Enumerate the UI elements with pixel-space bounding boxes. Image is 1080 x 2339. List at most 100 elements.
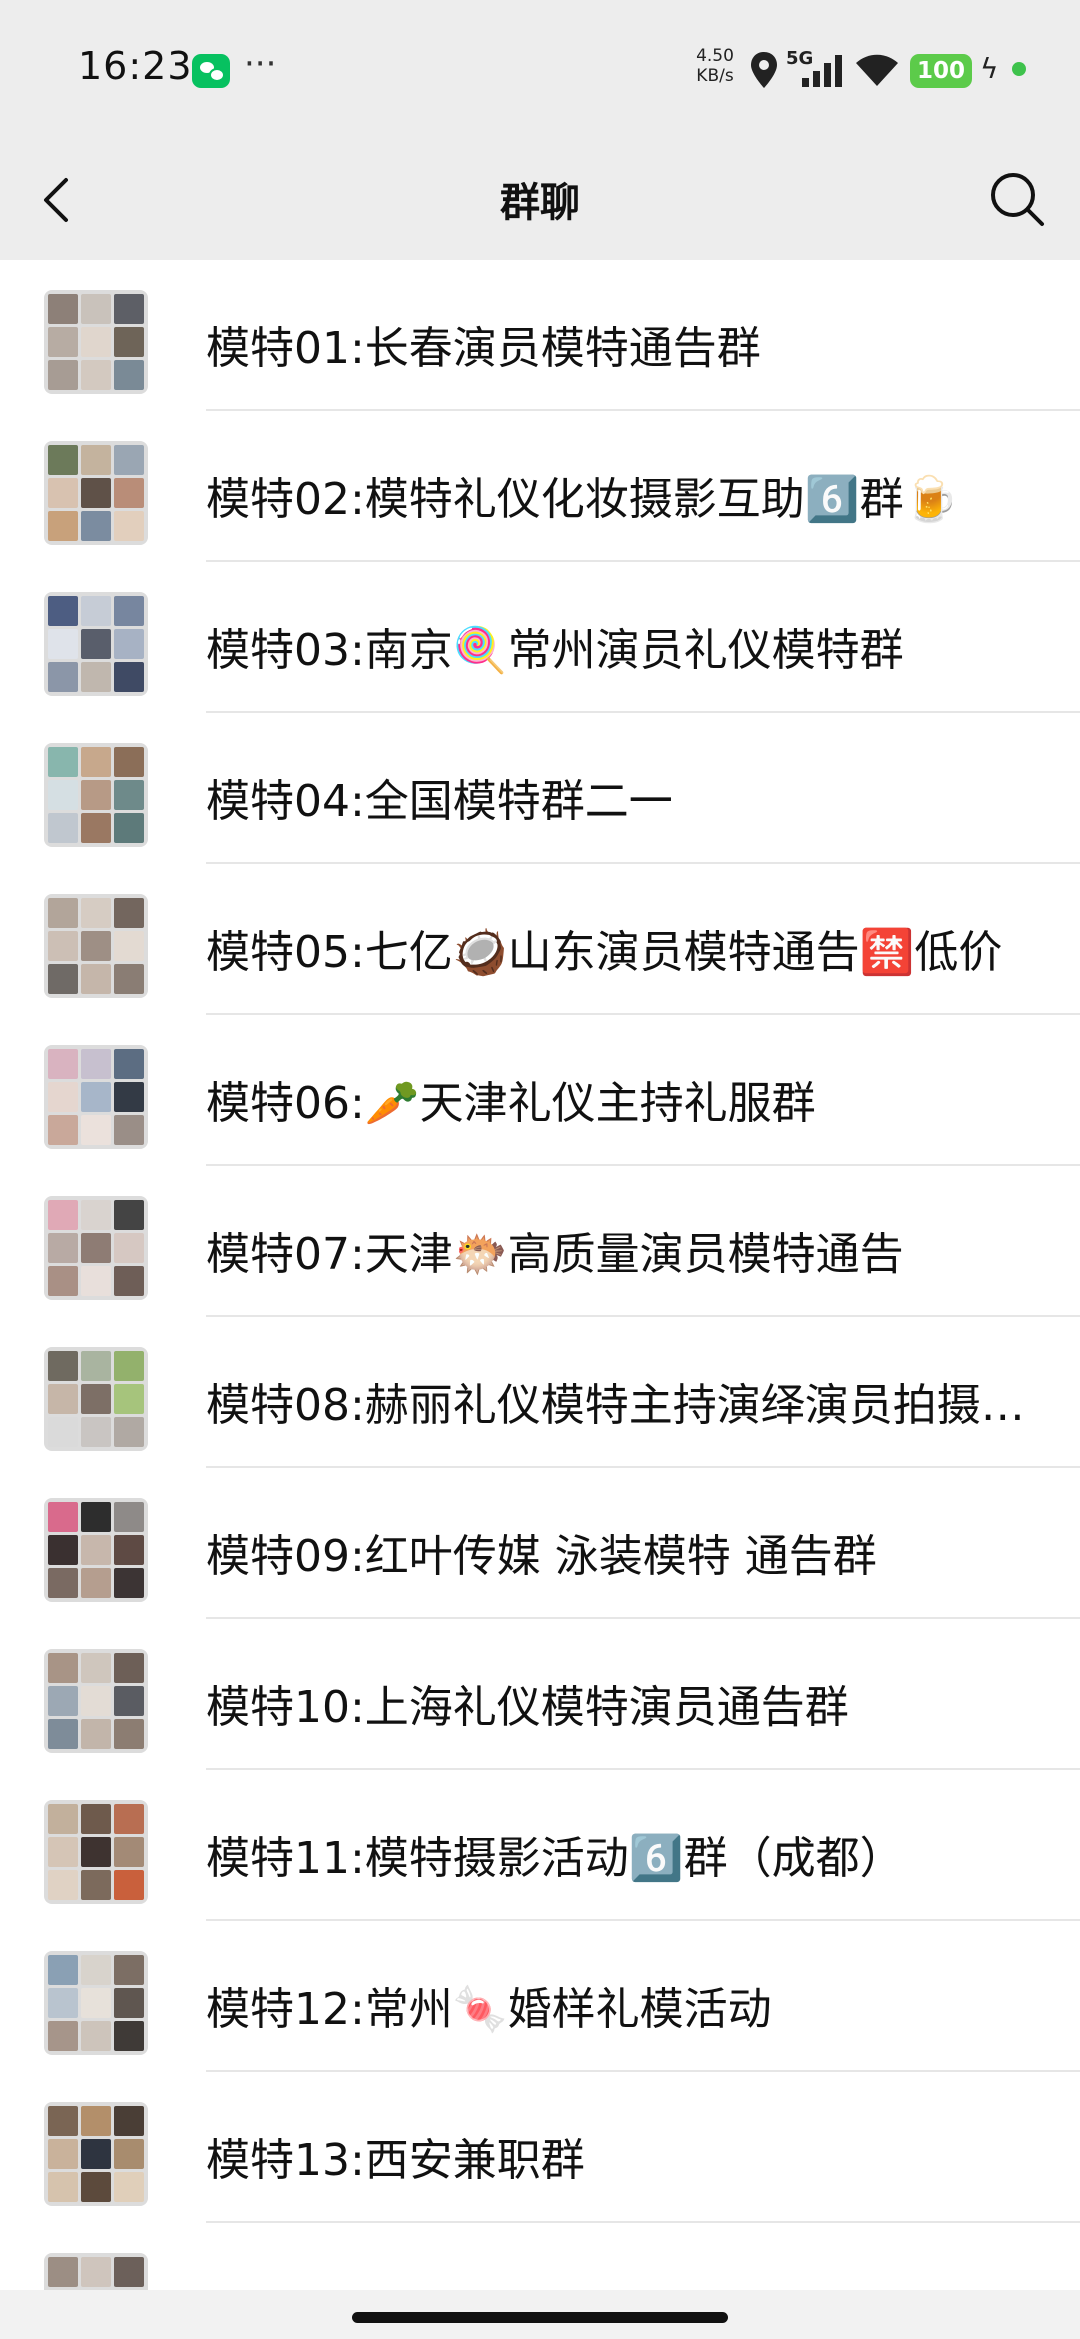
group-avatar xyxy=(44,1498,148,1602)
avatar-tile xyxy=(48,2106,78,2136)
avatar-tile xyxy=(114,511,144,541)
avatar-tile xyxy=(48,2257,78,2287)
group-row[interactable] xyxy=(0,2223,1080,2290)
avatar-tile xyxy=(81,596,111,626)
group-avatar xyxy=(44,2102,148,2206)
group-name: 模特12:常州🍬婚样礼模活动 xyxy=(206,1984,772,2035)
search-icon[interactable] xyxy=(984,166,1050,232)
avatar-tile xyxy=(48,1417,78,1447)
avatar-tile xyxy=(81,1653,111,1683)
home-indicator[interactable] xyxy=(352,2312,728,2323)
avatar-tile xyxy=(114,478,144,508)
avatar-tile xyxy=(114,813,144,843)
avatar-tile xyxy=(114,1719,144,1749)
avatar-tile xyxy=(114,2106,144,2136)
avatar-tile xyxy=(81,964,111,994)
avatar-tile xyxy=(114,2257,144,2287)
avatar-tile xyxy=(48,813,78,843)
group-row[interactable]: 模特11:模特摄影活动6️⃣群（成都） xyxy=(0,1770,1080,1921)
avatar-tile xyxy=(81,1266,111,1296)
avatar-tile xyxy=(114,2021,144,2051)
avatar-tile xyxy=(48,964,78,994)
avatar-tile xyxy=(48,2139,78,2169)
avatar-tile xyxy=(114,327,144,357)
avatar-tile xyxy=(81,294,111,324)
gesture-bar xyxy=(0,2290,1080,2339)
avatar-tile xyxy=(81,2257,111,2287)
group-avatar xyxy=(44,1951,148,2055)
avatar-tile xyxy=(114,1870,144,1900)
nav-bar: 群聊 xyxy=(0,140,1080,260)
group-avatar xyxy=(44,1347,148,1451)
wechat-icon xyxy=(192,54,230,88)
group-avatar xyxy=(44,1800,148,1904)
avatar-tile xyxy=(48,898,78,928)
avatar-tile xyxy=(48,2021,78,2051)
avatar-tile xyxy=(114,1049,144,1079)
avatar-tile xyxy=(81,1417,111,1447)
avatar-tile xyxy=(114,1502,144,1532)
avatar-tile xyxy=(48,662,78,692)
group-row[interactable]: 模特04:全国模特群二一 xyxy=(0,713,1080,864)
group-name: 模特03:南京🍭常州演员礼仪模特群 xyxy=(206,625,904,676)
charging-icon: ϟ xyxy=(980,52,999,85)
group-row[interactable]: 模特05:七亿🥥山东演员模特通告🈲低价 xyxy=(0,864,1080,1015)
avatar-tile xyxy=(48,931,78,961)
group-row[interactable]: 模特01:长春演员模特通告群 xyxy=(0,260,1080,411)
net-speed-unit: KB/s xyxy=(696,66,734,86)
avatar-tile xyxy=(81,1502,111,1532)
avatar-tile xyxy=(48,327,78,357)
active-indicator-dot xyxy=(1012,62,1026,76)
battery-level: 100 xyxy=(910,54,972,88)
avatar-tile xyxy=(81,327,111,357)
group-row[interactable]: 模特07:天津🐡高质量演员模特通告 xyxy=(0,1166,1080,1317)
avatar-tile xyxy=(81,2106,111,2136)
group-row[interactable]: 模特09:红叶传媒 泳装模特 通告群 xyxy=(0,1468,1080,1619)
avatar-tile xyxy=(48,596,78,626)
group-name: 模特04:全国模特群二一 xyxy=(206,776,673,827)
group-row[interactable]: 模特06:🥕天津礼仪主持礼服群 xyxy=(0,1015,1080,1166)
page-title: 群聊 xyxy=(500,180,580,226)
avatar-tile xyxy=(81,1082,111,1112)
avatar-tile xyxy=(81,780,111,810)
avatar-tile xyxy=(114,1653,144,1683)
group-avatar xyxy=(44,1196,148,1300)
group-row[interactable]: 模特12:常州🍬婚样礼模活动 xyxy=(0,1921,1080,2072)
avatar-tile xyxy=(48,1870,78,1900)
group-row[interactable]: 模特10:上海礼仪模特演员通告群 xyxy=(0,1619,1080,1770)
group-name: 模特05:七亿🥥山东演员模特通告🈲低价 xyxy=(206,927,1003,978)
group-chat-list: 模特01:长春演员模特通告群 模特02:模特礼仪化妆摄影互助6️⃣群🍺 模特03:南… xyxy=(0,260,1080,2290)
group-row[interactable]: 模特03:南京🍭常州演员礼仪模特群 xyxy=(0,562,1080,713)
avatar-tile xyxy=(81,511,111,541)
group-row[interactable]: 模特08:赫丽礼仪模特主持演绎演员拍摄… xyxy=(0,1317,1080,1468)
status-time: 16:23 xyxy=(78,44,193,88)
avatar-tile xyxy=(81,1870,111,1900)
avatar-tile xyxy=(81,1719,111,1749)
avatar-tile xyxy=(114,1988,144,2018)
avatar-tile xyxy=(48,1115,78,1145)
avatar-tile xyxy=(114,629,144,659)
avatar-tile xyxy=(114,294,144,324)
avatar-tile xyxy=(81,1686,111,1716)
avatar-tile xyxy=(48,511,78,541)
group-name: 模特07:天津🐡高质量演员模特通告 xyxy=(206,1229,904,1280)
avatar-tile xyxy=(114,1686,144,1716)
avatar-tile xyxy=(81,1351,111,1381)
group-avatar xyxy=(44,2253,148,2290)
avatar-tile xyxy=(81,1837,111,1867)
group-name: 模特13:西安兼职群 xyxy=(206,2135,585,2186)
avatar-tile xyxy=(114,1233,144,1263)
avatar-tile xyxy=(81,931,111,961)
avatar-tile xyxy=(48,1719,78,1749)
avatar-tile xyxy=(114,780,144,810)
avatar-tile xyxy=(114,1535,144,1565)
status-bar: 16:23 ··· 4.50 KB/s 5G 100 ϟ xyxy=(0,0,1080,140)
group-row[interactable]: 模特02:模特礼仪化妆摄影互助6️⃣群🍺 xyxy=(0,411,1080,562)
avatar-tile xyxy=(81,2021,111,2051)
avatar-tile xyxy=(48,1955,78,1985)
group-row[interactable]: 模特13:西安兼职群 xyxy=(0,2072,1080,2223)
avatar-tile xyxy=(48,1266,78,1296)
avatar-tile xyxy=(48,478,78,508)
avatar-tile xyxy=(48,445,78,475)
avatar-tile xyxy=(81,1200,111,1230)
